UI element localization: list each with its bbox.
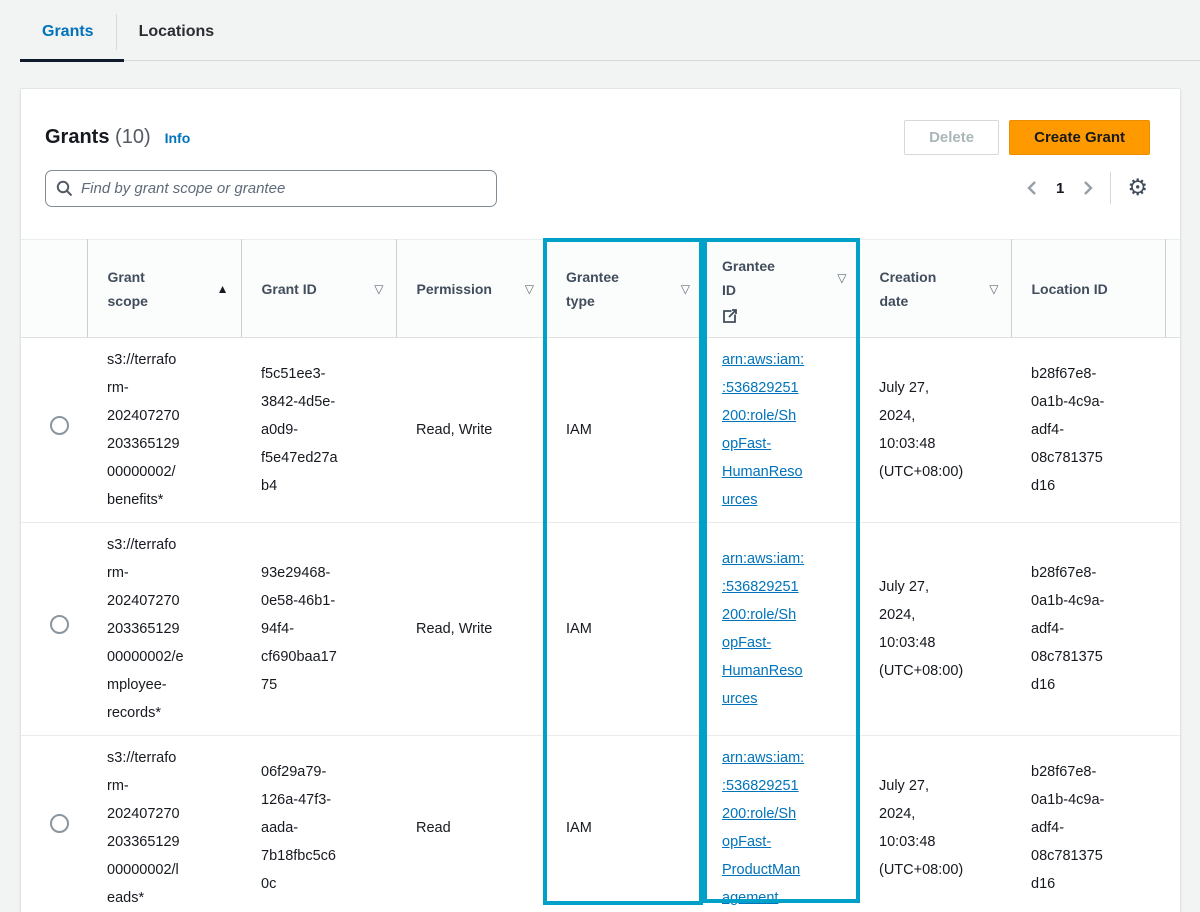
- grants-table: Grant scope ▲ Grant ID ▽ Permission ▽: [21, 239, 1180, 912]
- permission-cell: Read, Write: [416, 621, 492, 637]
- tabs-bar: Grants Locations: [0, 0, 1200, 63]
- page-title: Grants (10): [45, 126, 151, 149]
- grant-id-cell: 06f29a79- 126a-47f3- aada- 7b18fbc5c6 0c: [261, 764, 336, 892]
- grantee-type-cell: IAM: [566, 621, 592, 637]
- sortable-icon[interactable]: ▽: [989, 282, 998, 296]
- search-icon: [56, 180, 73, 197]
- toolbar-divider: [1110, 172, 1111, 204]
- permission-cell: Read: [416, 820, 451, 836]
- location-id-cell: b28f67e8- 0a1b-4c9a- adf4- 08c781375 d16: [1031, 565, 1104, 693]
- grants-panel: Grants (10) Info Delete Create Grant: [20, 88, 1181, 912]
- creation-date-cell: July 27, 2024, 10:03:48 (UTC+08:00): [879, 778, 963, 878]
- settings-gear-icon[interactable]: ⚙: [1125, 177, 1150, 200]
- column-header-grant-scope[interactable]: Grant scope ▲: [87, 240, 241, 338]
- grantee-type-cell: IAM: [566, 422, 592, 438]
- column-header-overflow: [1165, 240, 1180, 338]
- permission-cell: Read, Write: [416, 422, 492, 438]
- create-grant-button[interactable]: Create Grant: [1009, 120, 1150, 155]
- sortable-icon[interactable]: ▽: [374, 282, 383, 296]
- sortable-icon[interactable]: ▽: [837, 271, 846, 285]
- table-row: s3://terrafo rm- 202407270 203365129 000…: [21, 736, 1180, 912]
- column-header-grantee-type[interactable]: Grantee type ▽: [546, 240, 702, 338]
- tab-grants-label: Grants: [42, 23, 94, 41]
- table-row: s3://terrafo rm- 202407270 203365129 000…: [21, 523, 1180, 736]
- delete-button[interactable]: Delete: [904, 120, 999, 155]
- row-radio-button[interactable]: [50, 416, 69, 435]
- creation-date-cell: July 27, 2024, 10:03:48 (UTC+08:00): [879, 380, 963, 480]
- sortable-icon[interactable]: ▽: [525, 282, 534, 296]
- sort-ascending-icon[interactable]: ▲: [217, 282, 229, 296]
- next-page-button[interactable]: [1080, 178, 1096, 198]
- page-number[interactable]: 1: [1056, 180, 1064, 197]
- tab-grants[interactable]: Grants: [20, 11, 116, 53]
- grant-scope-cell: s3://terrafo rm- 202407270 203365129 000…: [107, 537, 184, 721]
- search-box: [45, 170, 497, 207]
- info-link[interactable]: Info: [165, 130, 191, 146]
- previous-page-button[interactable]: [1024, 178, 1040, 198]
- grant-id-cell: f5c51ee3- 3842-4d5e- a0d9- f5e47ed27a b4: [261, 366, 338, 494]
- grantee-id-link[interactable]: arn:aws:iam: :536829251 200:role/Sh opFa…: [722, 744, 804, 912]
- column-header-grantee-id[interactable]: Grantee ID ▽: [702, 240, 859, 338]
- grant-scope-cell: s3://terrafo rm- 202407270 203365129 000…: [107, 750, 180, 906]
- active-tab-underline: [20, 59, 124, 62]
- location-id-cell: b28f67e8- 0a1b-4c9a- adf4- 08c781375 d16: [1031, 764, 1104, 892]
- panel-header: Grants (10) Info Delete Create Grant: [21, 89, 1180, 207]
- chevron-left-icon: [1026, 180, 1038, 196]
- column-header-permission[interactable]: Permission ▽: [396, 240, 546, 338]
- row-radio-button[interactable]: [50, 814, 69, 833]
- tabs-baseline: [20, 60, 1200, 61]
- grantee-id-link[interactable]: arn:aws:iam: :536829251 200:role/Sh opFa…: [722, 545, 804, 713]
- sortable-icon[interactable]: ▽: [681, 282, 690, 296]
- table-row: s3://terrafo rm- 202407270 203365129 000…: [21, 338, 1180, 523]
- location-id-cell: b28f67e8- 0a1b-4c9a- adf4- 08c781375 d16: [1031, 366, 1104, 494]
- column-header-creation-date[interactable]: Creation date ▽: [859, 240, 1011, 338]
- grants-count: (10): [115, 126, 151, 148]
- table-header-row: Grant scope ▲ Grant ID ▽ Permission ▽: [21, 240, 1180, 338]
- grant-scope-cell: s3://terrafo rm- 202407270 203365129 000…: [107, 352, 180, 508]
- external-link-icon: [722, 308, 847, 324]
- column-header-location-id: Location ID: [1011, 240, 1165, 338]
- select-all-header: [21, 240, 87, 338]
- tab-locations-label: Locations: [139, 23, 215, 41]
- grantee-id-link[interactable]: arn:aws:iam: :536829251 200:role/Sh opFa…: [722, 346, 804, 514]
- column-header-grant-id[interactable]: Grant ID ▽: [241, 240, 396, 338]
- row-radio-button[interactable]: [50, 615, 69, 634]
- grantee-type-cell: IAM: [566, 820, 592, 836]
- search-input[interactable]: [81, 180, 486, 197]
- creation-date-cell: July 27, 2024, 10:03:48 (UTC+08:00): [879, 579, 963, 679]
- tab-locations[interactable]: Locations: [117, 11, 237, 53]
- chevron-right-icon: [1082, 180, 1094, 196]
- grant-id-cell: 93e29468- 0e58-46b1- 94f4- cf690baa17 75: [261, 565, 337, 693]
- pagination: 1: [1024, 178, 1096, 198]
